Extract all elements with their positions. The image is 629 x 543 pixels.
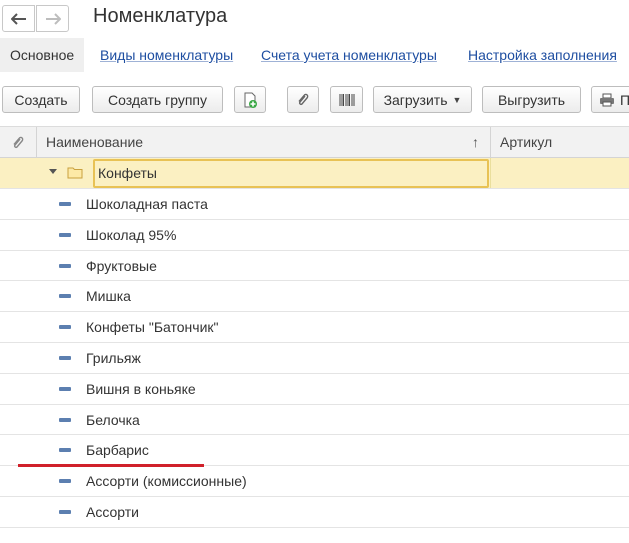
- table-row[interactable]: Ассорти (комиссионные): [0, 466, 629, 497]
- attachment-column-header[interactable]: [0, 127, 37, 158]
- item-name: Белочка: [86, 411, 140, 428]
- table-row[interactable]: Ассорти: [0, 497, 629, 528]
- group-name-cell[interactable]: Конфеты: [93, 159, 489, 188]
- item-dash-icon: [59, 355, 71, 360]
- arrow-right-icon: [45, 12, 61, 25]
- item-name: Конфеты "Батончик": [86, 319, 219, 336]
- nav-item-nomenclature-types[interactable]: Виды номенклатуры: [100, 38, 233, 72]
- title-bar: Номенклатура: [0, 0, 629, 38]
- collapse-triangle-icon[interactable]: [49, 169, 57, 174]
- sort-ascending-icon: ↑: [472, 134, 479, 150]
- column-divider[interactable]: [490, 127, 491, 158]
- table-header: Наименование ↑ Артикул: [0, 126, 629, 158]
- item-dash-icon: [59, 417, 71, 422]
- item-dash-icon: [59, 202, 71, 206]
- barcode-search-button[interactable]: [330, 86, 363, 113]
- print-button-label: П: [620, 92, 629, 108]
- command-bar: Создать Создать группу Загрузить ▼ Выгру…: [0, 86, 629, 114]
- folder-icon: [67, 166, 83, 184]
- nav-item-fill-settings[interactable]: Настройка заполнения: [468, 38, 617, 72]
- back-button[interactable]: [2, 5, 35, 32]
- table-row[interactable]: Шоколадная паста: [0, 189, 629, 220]
- navigation-panel: Основное Виды номенклатуры Счета учета н…: [0, 38, 629, 72]
- item-name: Фруктовые: [86, 257, 157, 274]
- load-button-label: Загрузить: [383, 91, 448, 108]
- table-row[interactable]: Белочка: [0, 405, 629, 436]
- attach-file-button[interactable]: [287, 86, 319, 113]
- item-dash-icon: [59, 386, 71, 391]
- item-dash-icon: [59, 263, 71, 268]
- table-row[interactable]: Мишка: [0, 281, 629, 313]
- table-row[interactable]: Вишня в коньяке: [0, 374, 629, 405]
- item-name: Шоколадная паста: [86, 196, 208, 212]
- item-dash-icon: [59, 509, 71, 514]
- create-group-button[interactable]: Создать группу: [92, 86, 223, 113]
- article-column-header[interactable]: Артикул: [500, 127, 552, 158]
- item-name: Ассорти (комиссионные): [86, 473, 247, 490]
- print-button[interactable]: П: [591, 86, 629, 113]
- load-dropdown-button[interactable]: Загрузить ▼: [373, 86, 472, 113]
- item-name: Мишка: [86, 288, 131, 305]
- item-dash-icon: [59, 325, 71, 330]
- table-row[interactable]: Шоколад 95%: [0, 220, 629, 251]
- item-name: Ассорти: [86, 503, 139, 520]
- annotation-underline: [18, 464, 204, 467]
- nav-item-accounting-accounts[interactable]: Счета учета номенклатуры: [261, 38, 437, 72]
- item-dash-icon: [59, 294, 71, 299]
- paperclip-icon: [298, 93, 309, 105]
- table-row[interactable]: Грильяж: [0, 343, 629, 374]
- group-row-selected[interactable]: Конфеты: [0, 158, 629, 189]
- create-button[interactable]: Создать: [2, 86, 80, 113]
- item-dash-icon: [59, 479, 71, 484]
- name-column-header[interactable]: Наименование: [46, 127, 143, 158]
- barcode-icon: [339, 93, 354, 106]
- item-dash-icon: [59, 448, 71, 453]
- unload-button[interactable]: Выгрузить: [482, 86, 581, 113]
- forward-button[interactable]: [36, 5, 69, 32]
- page-title: Номенклатура: [93, 5, 228, 27]
- table-row[interactable]: Фруктовые: [0, 251, 629, 282]
- nomenclature-list: Наименование ↑ Артикул Конфеты Шоколадна…: [0, 126, 629, 543]
- create-copy-button[interactable]: [234, 86, 266, 113]
- column-divider: [490, 158, 491, 188]
- paperclip-icon: [13, 136, 24, 148]
- item-name: Грильяж: [86, 349, 141, 366]
- table-row[interactable]: Конфеты "Батончик": [0, 312, 629, 343]
- nav-item-main[interactable]: Основное: [0, 38, 85, 72]
- table-row[interactable]: Барбарис: [0, 435, 629, 467]
- item-dash-icon: [59, 232, 71, 237]
- item-name: Барбарис: [86, 442, 149, 459]
- table-body: Конфеты Шоколадная паста Шоколад 95% Фрукт…: [0, 158, 629, 528]
- arrow-left-icon: [10, 12, 26, 25]
- printer-icon: [600, 93, 614, 106]
- item-name: Вишня в коньяке: [86, 380, 196, 397]
- chevron-down-icon: ▼: [452, 94, 462, 105]
- item-name: Шоколад 95%: [86, 226, 177, 243]
- create-copy-icon: [244, 92, 257, 108]
